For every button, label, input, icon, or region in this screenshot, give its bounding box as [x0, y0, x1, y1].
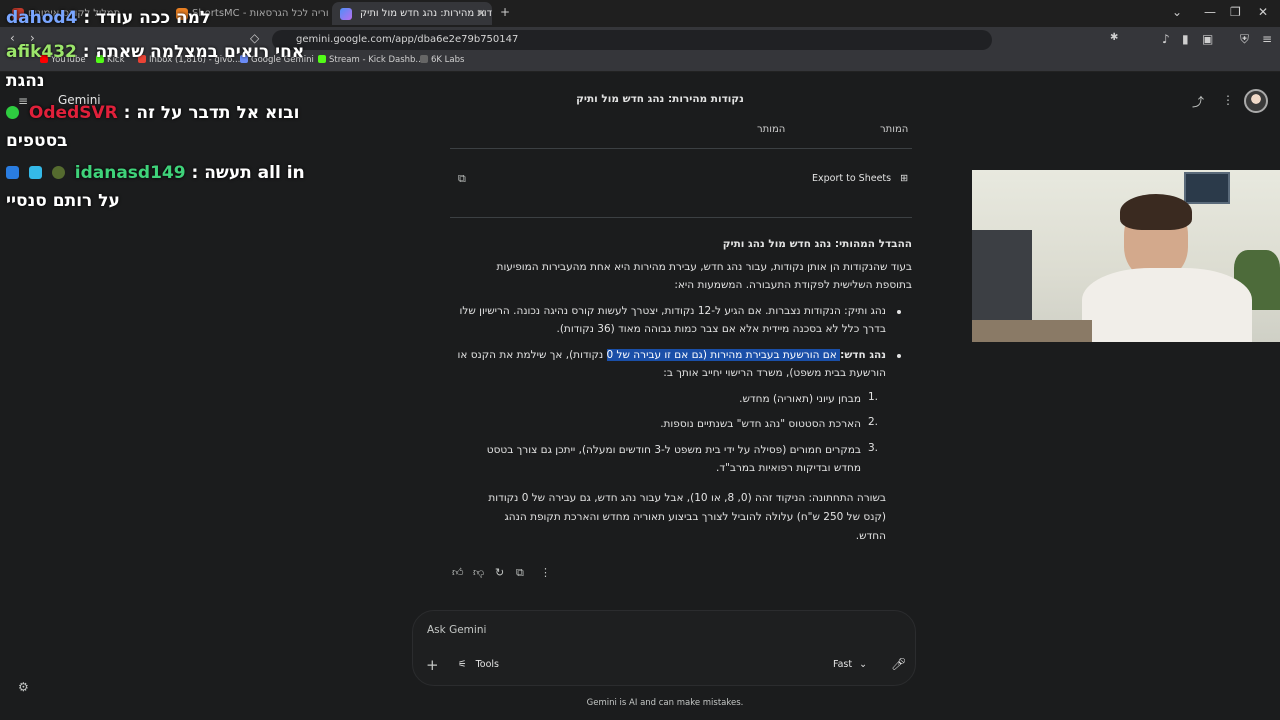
list-item-line: נהג חדש: אם הורשעת בעבירת מהירות (גם אם …: [457, 349, 886, 361]
chat-text: נהגת: [6, 71, 45, 91]
webcam-poster: [1184, 172, 1230, 204]
chat-text: למה ככה עודד: [96, 8, 211, 28]
chat-username: OdedSVR: [28, 103, 118, 123]
label-new-driver: נהג חדש:: [840, 349, 886, 361]
labs-icon: [420, 55, 428, 63]
vpn-icon[interactable]: ⛨: [1240, 32, 1249, 47]
regenerate-icon[interactable]: ↻: [495, 566, 504, 579]
list-item-line: מבחן עיוני (תאוריה) מחדש.: [739, 393, 861, 405]
new-tab-button[interactable]: +: [500, 5, 510, 19]
list-item-line: מחדש ובדיקות רפואיות במרב"ד.: [716, 462, 861, 474]
prompt-input[interactable]: Ask Gemini: [427, 624, 486, 636]
conversation-title: נקודות מהירות: נהג חדש מול ותיק: [576, 93, 744, 105]
webcam-person-shirt: [1082, 268, 1252, 342]
more-actions-icon[interactable]: ⋮: [540, 566, 551, 579]
selected-text[interactable]: אם הורשעת בעבירת מהירות (גם אם זו עבירה …: [606, 349, 841, 361]
minimize-button[interactable]: —: [1204, 5, 1216, 19]
copy-icon[interactable]: ⧉: [516, 566, 524, 580]
chat-message: OdedSVR : ובוא אל תדבר על זה: [6, 103, 299, 123]
list-item-line: הורשעת בבית משפט), משרד הרישוי יחייב אות…: [663, 367, 886, 379]
copy-table-icon[interactable]: ⧉: [458, 172, 466, 186]
list-number: 2.: [868, 416, 879, 428]
chat-message: idanasd149 : תעשה all in: [6, 163, 305, 183]
tab-search-icon[interactable]: ⌄: [1172, 5, 1182, 19]
chat-message: dahod4 : למה ככה עודד: [6, 8, 211, 28]
chat-text: אחי רואים במצלמה שאתה: [95, 42, 305, 62]
avatar[interactable]: [1244, 89, 1268, 113]
webcam-overlay: [972, 170, 1280, 342]
summary-line: בשורה התחתונה: הניקוד זהה (0, 8, או 10),…: [488, 492, 886, 504]
badge-icon: [6, 166, 19, 179]
sidebar-icon[interactable]: ▮: [1182, 32, 1189, 46]
chat-text: ובוא אל תדבר על זה: [136, 103, 300, 123]
paragraph-line: בעוד שהנקודות הן אותן נקודות, עבור נהג ח…: [496, 261, 912, 273]
list-item-line: בדרך כלל לא בסכנה מיידית אלא אם צבר כמות…: [556, 323, 886, 335]
thumbs-down-icon[interactable]: 👎︎: [473, 566, 484, 579]
chat-username: idanasd149: [74, 163, 186, 183]
export-to-sheets-button[interactable]: Export to Sheets ⊞: [812, 173, 908, 184]
list-item-line: במקרים חמורים (פסילה על ידי בית משפט ל-3…: [486, 444, 861, 456]
bookmark-kick-dashboard[interactable]: Stream - Kick Dashb...: [318, 55, 424, 65]
disclaimer: Gemini is AI and can make mistakes.: [586, 698, 744, 708]
sheets-icon: ⊞: [900, 173, 909, 184]
add-icon[interactable]: +: [426, 656, 439, 674]
gemini-favicon-icon: [340, 8, 352, 20]
share-conversation-icon[interactable]: ⤴: [1192, 93, 1204, 110]
chat-message-continued: נהגת: [6, 71, 45, 91]
chat-username: dahod4: [6, 8, 78, 28]
table-divider: [450, 148, 912, 149]
tab-label: נקודות מהירות: נהג חדש מול ותיק: [360, 8, 492, 19]
music-icon[interactable]: ♪: [1162, 32, 1170, 46]
tab-label: ShortsMC - תיאוריה לכל הגרסאות: [192, 8, 328, 19]
more-options-icon[interactable]: ⋮: [1222, 93, 1234, 107]
wallet-icon[interactable]: ▣: [1202, 32, 1213, 46]
list-number: 3.: [868, 442, 879, 454]
kick-icon: [318, 55, 326, 63]
webcam-person-hair: [1120, 194, 1192, 230]
paragraph-line: בתוספת השלישית לפקודת התעבורה. המשמעות ה…: [674, 279, 912, 291]
badge-icon: [28, 166, 42, 179]
summary-line: (קנס של 250 ש"ח) עלולה להוביל לצורך בביצ…: [504, 511, 886, 523]
list-item-line: נהג ותיק: הנקודות נצברות. אם הגיע ל-12 נ…: [459, 305, 886, 317]
tab-gemini[interactable]: נקודות מהירות: נהג חדש מול ותיק ✕: [332, 2, 492, 25]
settings-icon[interactable]: ⚙: [18, 680, 29, 694]
tools-icon: ⚟: [458, 659, 467, 670]
webcam-desk: [972, 320, 1092, 342]
summary-line: החדש.: [855, 530, 886, 542]
bullet: [897, 310, 901, 314]
chat-text: על רותם סנסיי: [6, 191, 120, 211]
section-divider: [450, 217, 912, 218]
badge-icon: [51, 166, 65, 179]
thumbs-up-icon[interactable]: 👍︎: [452, 566, 464, 579]
chat-text: תעשה all in: [204, 163, 305, 183]
table-header-cell: המותר: [880, 124, 909, 135]
menu-icon[interactable]: ≡: [1262, 32, 1272, 46]
section-heading: ההבדל המהותי: נהג חדש מול נהג ותיק: [722, 238, 912, 250]
url-field[interactable]: gemini.google.com/app/dba6e2e79b750147: [272, 30, 992, 50]
bookmark-6k-labs[interactable]: 6K Labs: [420, 55, 464, 65]
chevron-down-icon: ⌄: [859, 659, 868, 670]
bullet: [897, 354, 901, 358]
chat-username: afik432: [6, 42, 77, 62]
chat-text: בסטפים: [6, 131, 68, 151]
chat-message-continued: על רותם סנסיי: [6, 191, 120, 211]
chat-message-continued: בסטפים: [6, 131, 68, 151]
table-header-cell: המותר: [757, 124, 786, 135]
chat-message: afik432 : אחי רואים במצלמה שאתה: [6, 42, 305, 62]
close-tab-icon[interactable]: ✕: [477, 2, 486, 25]
mode-selector[interactable]: Fast ⌄: [833, 659, 867, 670]
list-number: 1.: [868, 391, 879, 403]
extensions-icon[interactable]: ✱: [1110, 32, 1118, 43]
verified-badge-icon: [6, 106, 19, 119]
prompt-box[interactable]: [412, 610, 916, 686]
tools-button[interactable]: ⚟ Tools: [458, 659, 499, 670]
maximize-button[interactable]: ❐: [1230, 5, 1241, 19]
close-window-button[interactable]: ✕: [1258, 5, 1268, 19]
microphone-icon[interactable]: 🎤︎: [891, 657, 906, 671]
list-item-line: הארכת הסטטוס "נהג חדש" בשנתיים נוספות.: [660, 418, 861, 430]
